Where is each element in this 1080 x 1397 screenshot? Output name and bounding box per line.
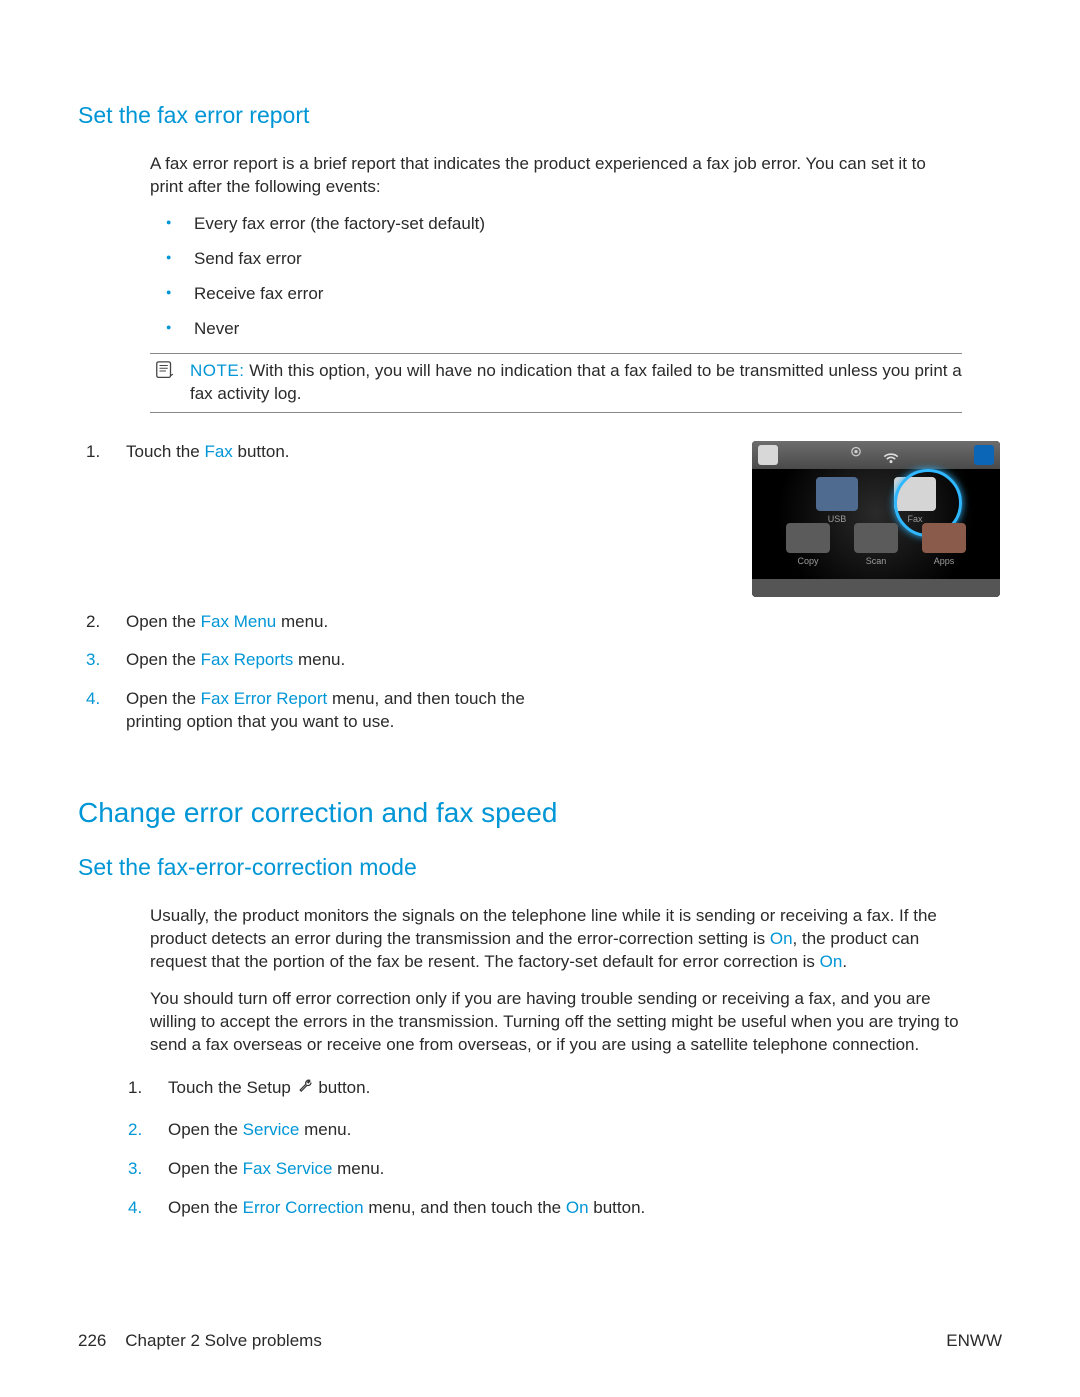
heading-fax-error-correction-mode: Set the fax-error-correction mode	[78, 852, 1002, 883]
settings-icon	[851, 446, 871, 464]
ui-term-on: On	[566, 1198, 589, 1217]
manual-page: Set the fax error report A fax error rep…	[0, 0, 1080, 1397]
ui-term-on: On	[820, 952, 843, 971]
app-apps: Apps	[919, 523, 969, 575]
step-2: Open the Service menu.	[120, 1119, 962, 1142]
ui-term-error-correction: Error Correction	[243, 1198, 364, 1217]
ui-term-on: On	[770, 929, 793, 948]
ui-term-fax-error-report: Fax Error Report	[201, 689, 328, 708]
section3-p1: Usually, the product monitors the signal…	[150, 905, 962, 974]
step-2: Open the Fax Menu menu.	[78, 611, 1002, 634]
ui-term-fax-reports: Fax Reports	[201, 650, 294, 669]
touchscreen-figure: USB Fax Copy Scan Apps	[752, 441, 1002, 597]
step-4: Open the Fax Error Report menu, and then…	[78, 688, 526, 734]
chapter-title: Chapter 2 Solve problems	[125, 1331, 322, 1350]
section3-p2: You should turn off error correction onl…	[150, 988, 962, 1057]
steps-list-1b: Open the Fax Menu menu. Open the Fax Rep…	[78, 611, 1002, 735]
step-1: Touch the Fax button.	[78, 441, 728, 464]
event-item: Send fax error	[150, 248, 962, 271]
wifi-icon	[881, 446, 901, 464]
ui-term-service: Service	[243, 1120, 300, 1139]
step-3: Open the Fax Reports menu.	[78, 649, 1002, 672]
intro-paragraph: A fax error report is a brief report tha…	[150, 153, 962, 199]
step-1: Touch the Setup button.	[120, 1077, 962, 1103]
steps-list-1: Touch the Fax button.	[78, 441, 728, 464]
event-item: Never	[150, 318, 962, 341]
ui-term-fax-service: Fax Service	[243, 1159, 333, 1178]
heading-change-error-correction: Change error correction and fax speed	[78, 794, 1002, 832]
page-number: 226	[78, 1331, 106, 1350]
steps-list-2: Touch the Setup button. Open the Service…	[120, 1077, 962, 1220]
printer-touchscreen: USB Fax Copy Scan Apps	[752, 441, 1000, 597]
section3-body: Usually, the product monitors the signal…	[150, 905, 962, 1219]
setup-wrench-icon	[296, 1078, 314, 1103]
info-icon	[974, 445, 994, 465]
section1-body: A fax error report is a brief report tha…	[150, 153, 962, 413]
page-footer: 226 Chapter 2 Solve problems ENWW	[78, 1330, 1002, 1353]
screen-footer	[752, 579, 1000, 597]
note-icon	[154, 360, 178, 384]
footer-right: ENWW	[946, 1330, 1002, 1353]
status-icon	[758, 445, 778, 465]
app-copy: Copy	[783, 523, 833, 575]
note-text: With this option, you will have no indic…	[190, 361, 962, 403]
step-3: Open the Fax Service menu.	[120, 1158, 962, 1181]
event-item: Receive fax error	[150, 283, 962, 306]
step-4: Open the Error Correction menu, and then…	[120, 1197, 962, 1220]
note-box: NOTE: With this option, you will have no…	[150, 353, 962, 413]
ui-term-fax: Fax	[204, 442, 232, 461]
app-scan: Scan	[851, 523, 901, 575]
ui-term-fax-menu: Fax Menu	[201, 612, 277, 631]
event-list: Every fax error (the factory-set default…	[150, 213, 962, 341]
heading-fax-error-report: Set the fax error report	[78, 100, 1002, 131]
note-label: NOTE:	[190, 361, 244, 380]
event-item: Every fax error (the factory-set default…	[150, 213, 962, 236]
